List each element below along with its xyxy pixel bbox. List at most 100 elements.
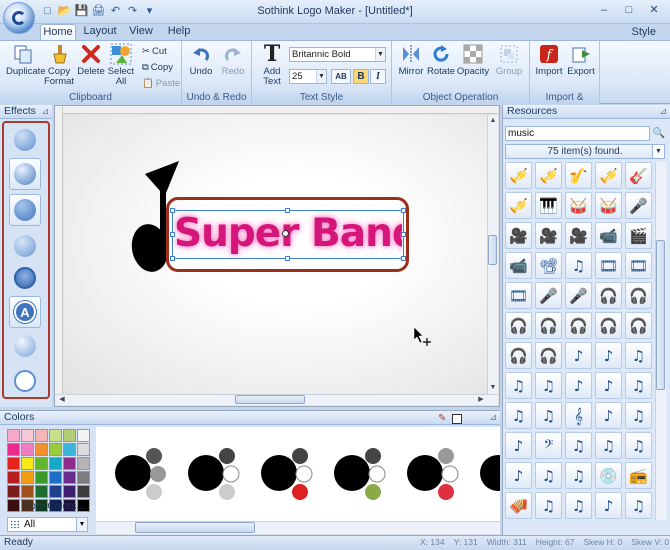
color-swatch[interactable] bbox=[63, 485, 76, 498]
music-resource-icon[interactable]: 🎺 bbox=[535, 162, 562, 189]
effect-crescent[interactable] bbox=[9, 158, 41, 190]
color-swatch[interactable] bbox=[7, 471, 20, 484]
color-swatch[interactable] bbox=[77, 457, 90, 470]
scroll-right-arrow-icon[interactable]: ▶ bbox=[476, 395, 486, 405]
export-button[interactable]: Export bbox=[564, 43, 598, 77]
font-size-combo[interactable]: 25 ▼ bbox=[289, 69, 327, 84]
music-resource-icon[interactable]: 𝄢 bbox=[535, 432, 562, 459]
current-color-box[interactable] bbox=[452, 414, 462, 424]
resize-handle-e[interactable] bbox=[401, 232, 406, 237]
chevron-down-icon[interactable]: ▼ bbox=[76, 518, 87, 531]
music-resource-icon[interactable]: ♪ bbox=[595, 342, 622, 369]
color-swatch[interactable] bbox=[49, 429, 62, 442]
music-resource-icon[interactable]: 🎧 bbox=[595, 282, 622, 309]
music-resource-icon[interactable]: 🎥 bbox=[565, 222, 592, 249]
effect-letter-a[interactable]: A bbox=[9, 296, 41, 328]
color-swatch[interactable] bbox=[63, 457, 76, 470]
import-button[interactable]: f Import bbox=[532, 43, 566, 77]
music-resource-icon[interactable]: ♫ bbox=[535, 492, 562, 519]
color-swatch[interactable] bbox=[63, 429, 76, 442]
color-swatch[interactable] bbox=[49, 471, 62, 484]
color-swatch[interactable] bbox=[21, 443, 34, 456]
mirror-button[interactable]: Mirror bbox=[394, 43, 428, 77]
scroll-up-arrow-icon[interactable]: ▲ bbox=[488, 116, 498, 126]
color-swatch[interactable] bbox=[21, 471, 34, 484]
more-colors-link[interactable]: More Colors... bbox=[22, 501, 85, 512]
delete-button[interactable]: Delete bbox=[74, 43, 108, 77]
music-resource-icon[interactable]: 🎤 bbox=[625, 192, 652, 219]
music-resource-icon[interactable]: 🎬 bbox=[625, 222, 652, 249]
effect-bottom-shadow[interactable] bbox=[9, 230, 41, 262]
tab-layout[interactable]: Layout bbox=[80, 24, 120, 40]
color-swatch[interactable] bbox=[35, 485, 48, 498]
resize-handle-nw[interactable] bbox=[170, 208, 175, 213]
duplicate-button[interactable]: Duplicate bbox=[6, 43, 46, 77]
color-scheme-item[interactable] bbox=[179, 439, 249, 509]
color-scheme-item[interactable] bbox=[325, 439, 395, 509]
music-resource-icon[interactable]: ♪ bbox=[595, 492, 622, 519]
rotate-button[interactable]: Rotate bbox=[424, 43, 458, 77]
pin-icon[interactable]: ⊿ bbox=[41, 105, 49, 118]
rotation-center-handle[interactable] bbox=[282, 230, 289, 237]
color-swatch[interactable] bbox=[21, 485, 34, 498]
music-resource-icon[interactable]: ♫ bbox=[565, 492, 592, 519]
maximize-button[interactable]: □ bbox=[617, 2, 641, 20]
scroll-down-arrow-icon[interactable]: ▼ bbox=[488, 383, 498, 393]
music-resource-icon[interactable]: ♫ bbox=[565, 252, 592, 279]
music-resource-icon[interactable]: 🎺 bbox=[505, 192, 532, 219]
music-resource-icon[interactable]: 🎷 bbox=[565, 162, 592, 189]
music-resource-icon[interactable]: ♫ bbox=[535, 462, 562, 489]
copy-button[interactable]: ⧉ Copy bbox=[142, 60, 173, 75]
eyedropper-icon[interactable]: ✎ bbox=[438, 413, 446, 424]
music-resource-icon[interactable]: 🎺 bbox=[595, 162, 622, 189]
resize-handle-n[interactable] bbox=[285, 208, 290, 213]
color-swatch[interactable] bbox=[21, 457, 34, 470]
music-resource-icon[interactable]: 🎸 bbox=[625, 162, 652, 189]
music-resource-icon[interactable]: ♫ bbox=[625, 402, 652, 429]
color-swatch[interactable] bbox=[7, 499, 20, 512]
font-size-dropdown-icon[interactable]: ▼ bbox=[316, 70, 326, 83]
music-resource-icon[interactable]: 🎺 bbox=[505, 162, 532, 189]
color-swatch[interactable] bbox=[21, 429, 34, 442]
color-swatch[interactable] bbox=[7, 443, 20, 456]
music-resource-icon[interactable]: 🥁 bbox=[565, 192, 592, 219]
resources-count-combo[interactable]: 75 item(s) found. ▼ bbox=[505, 144, 665, 159]
music-resource-icon[interactable]: 🎤 bbox=[535, 282, 562, 309]
music-resource-icon[interactable]: ♫ bbox=[535, 372, 562, 399]
color-swatch[interactable] bbox=[7, 485, 20, 498]
music-resource-icon[interactable]: ♪ bbox=[565, 372, 592, 399]
music-resource-icon[interactable]: 🎞 bbox=[625, 252, 652, 279]
music-resource-icon[interactable]: 🎥 bbox=[535, 222, 562, 249]
copy-format-button[interactable]: Copy Format bbox=[42, 43, 76, 87]
music-resource-icon[interactable]: ♪ bbox=[595, 402, 622, 429]
music-resource-icon[interactable]: 🥁 bbox=[595, 192, 622, 219]
music-resource-icon[interactable]: 📻 bbox=[625, 462, 652, 489]
music-resource-icon[interactable]: ♫ bbox=[535, 402, 562, 429]
music-resource-icon[interactable]: ♫ bbox=[595, 432, 622, 459]
resize-handle-se[interactable] bbox=[401, 256, 406, 261]
color-swatch[interactable] bbox=[63, 471, 76, 484]
music-resource-icon[interactable]: ♫ bbox=[505, 402, 532, 429]
add-text-button[interactable]: T Add Text bbox=[255, 43, 289, 87]
cut-button[interactable]: ✂ Cut bbox=[142, 44, 167, 59]
opacity-button[interactable]: Opacity bbox=[456, 43, 490, 77]
tab-home[interactable]: Home bbox=[40, 24, 76, 40]
music-resource-icon[interactable]: 🎞 bbox=[505, 282, 532, 309]
music-resource-icon[interactable]: 🎧 bbox=[625, 312, 652, 339]
color-swatch[interactable] bbox=[63, 443, 76, 456]
music-resource-icon[interactable]: ♫ bbox=[565, 462, 592, 489]
music-resource-icon[interactable]: ♪ bbox=[565, 342, 592, 369]
italic-button[interactable]: I bbox=[370, 69, 386, 84]
music-resource-icon[interactable]: 💿 bbox=[595, 462, 622, 489]
color-swatch[interactable] bbox=[35, 471, 48, 484]
effect-plain-sphere[interactable] bbox=[9, 124, 41, 156]
pin-icon[interactable]: ⊿ bbox=[659, 105, 667, 118]
effect-hollow-circle[interactable] bbox=[9, 365, 41, 397]
text-spacing-button[interactable]: AB bbox=[331, 69, 351, 84]
search-icon[interactable]: 🔍 bbox=[652, 126, 666, 141]
music-resource-icon[interactable]: ♫ bbox=[505, 372, 532, 399]
color-swatch[interactable] bbox=[35, 457, 48, 470]
canvas-horizontal-scroll-thumb[interactable] bbox=[235, 395, 305, 404]
effect-ring-outline[interactable] bbox=[9, 262, 41, 294]
effect-soft-glow[interactable] bbox=[9, 330, 41, 362]
